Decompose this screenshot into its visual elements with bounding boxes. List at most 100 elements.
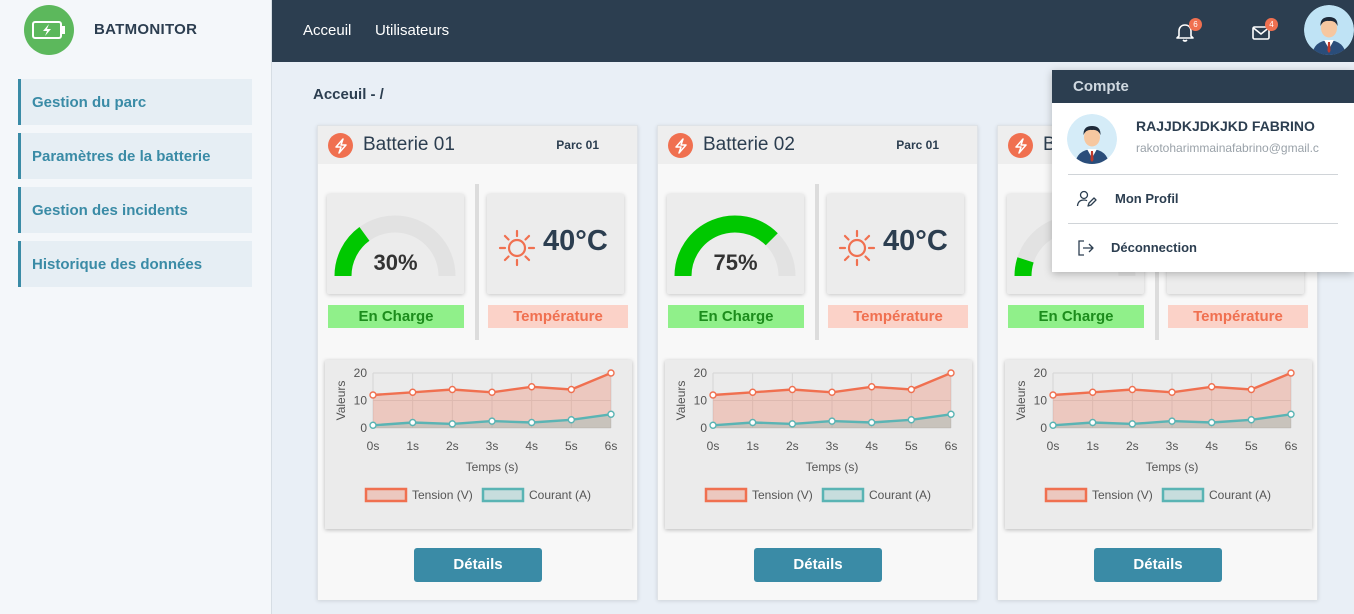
parc-label: Parc 01 <box>896 138 939 152</box>
details-button[interactable]: Détails <box>414 548 542 582</box>
legend-swatch[interactable] <box>1044 487 1088 503</box>
legend-label[interactable]: Courant (A) <box>869 488 931 502</box>
data-point[interactable] <box>748 418 757 427</box>
dropdown-divider <box>1068 223 1338 224</box>
legend-label[interactable]: Tension (V) <box>412 488 473 502</box>
data-point[interactable] <box>867 383 876 391</box>
vertical-divider <box>815 184 819 340</box>
data-point[interactable] <box>1168 388 1176 396</box>
data-point[interactable] <box>567 416 576 424</box>
data-point[interactable] <box>567 385 576 394</box>
profile-menu-item[interactable]: Mon Profil <box>1068 184 1338 214</box>
legend-swatch[interactable] <box>364 487 408 503</box>
charge-gauge: 30% <box>327 194 464 294</box>
dropdown-avatar <box>1067 114 1117 164</box>
user-avatar-icon <box>1304 5 1354 55</box>
y-tick-label: 0 <box>360 421 367 435</box>
data-point[interactable] <box>788 420 797 428</box>
x-axis-label: Temps (s) <box>1146 460 1199 474</box>
data-point[interactable] <box>1287 369 1295 377</box>
user-edit-icon <box>1076 190 1097 207</box>
bolt-icon <box>1008 133 1033 158</box>
data-point[interactable] <box>709 421 717 429</box>
y-tick-label: 10 <box>1034 394 1048 408</box>
data-point[interactable] <box>408 388 417 396</box>
data-point[interactable] <box>907 416 916 424</box>
parc-label: Parc 01 <box>556 138 599 152</box>
nav-link-acceuil[interactable]: Acceuil <box>303 22 351 39</box>
data-point[interactable] <box>607 369 615 377</box>
user-avatar-button[interactable] <box>1304 5 1354 55</box>
logo[interactable] <box>24 5 74 55</box>
sidebar-item-parametres-batterie[interactable]: Paramètres de la batterie <box>18 133 252 179</box>
data-point[interactable] <box>1049 391 1057 399</box>
data-point[interactable] <box>1128 420 1137 428</box>
x-tick-label: 4s <box>1205 439 1218 453</box>
data-point[interactable] <box>1207 383 1216 391</box>
y-tick-label: 20 <box>1034 366 1048 380</box>
data-point[interactable] <box>1088 418 1097 427</box>
data-point[interactable] <box>1247 416 1256 424</box>
data-point[interactable] <box>527 418 536 427</box>
nav-link-utilisateurs[interactable]: Utilisateurs <box>375 22 449 39</box>
data-point[interactable] <box>607 410 615 418</box>
legend-swatch[interactable] <box>704 487 748 503</box>
x-axis-label: Temps (s) <box>466 460 519 474</box>
data-point[interactable] <box>448 420 457 428</box>
legend-label[interactable]: Tension (V) <box>1092 488 1153 502</box>
y-tick-label: 0 <box>1040 421 1047 435</box>
battery-name: Batterie 01 <box>363 134 455 155</box>
data-point[interactable] <box>709 391 717 399</box>
x-tick-label: 6s <box>605 439 618 453</box>
sidebar-item-historique-donnees[interactable]: Historique des données <box>18 241 252 287</box>
charge-status-label: En Charge <box>328 305 464 328</box>
data-point[interactable] <box>1088 388 1097 396</box>
x-tick-label: 3s <box>826 439 839 453</box>
data-point[interactable] <box>448 385 457 394</box>
details-button[interactable]: Détails <box>1094 548 1222 582</box>
legend-label[interactable]: Courant (A) <box>529 488 591 502</box>
x-tick-label: 4s <box>525 439 538 453</box>
x-tick-label: 1s <box>406 439 419 453</box>
data-point[interactable] <box>408 418 417 427</box>
sidebar-menu: Gestion du parc Paramètres de la batteri… <box>18 79 252 295</box>
x-tick-label: 2s <box>1126 439 1139 453</box>
data-point[interactable] <box>1049 421 1057 429</box>
data-point[interactable] <box>1168 417 1176 425</box>
data-point[interactable] <box>527 383 536 391</box>
notifications-button[interactable]: 6 <box>1174 18 1202 44</box>
temperature-box: 40°C <box>827 194 964 294</box>
data-point[interactable] <box>788 385 797 394</box>
data-point[interactable] <box>1247 385 1256 394</box>
legend-label[interactable]: Tension (V) <box>752 488 813 502</box>
legend-swatch[interactable] <box>1161 487 1205 503</box>
temperature-box: 40°C <box>487 194 624 294</box>
data-point[interactable] <box>488 388 496 396</box>
data-point[interactable] <box>947 410 955 418</box>
legend-swatch[interactable] <box>821 487 865 503</box>
card-header: Batterie 02 Parc 01 <box>658 126 977 164</box>
data-point[interactable] <box>488 417 496 425</box>
data-point[interactable] <box>947 369 955 377</box>
data-point[interactable] <box>907 385 916 394</box>
sidebar-item-gestion-incidents[interactable]: Gestion des incidents <box>18 187 252 233</box>
legend-swatch[interactable] <box>481 487 525 503</box>
data-point[interactable] <box>369 421 377 429</box>
card-body: 30% 40°C En Charge Température 0 10 20 0s 1s 2s 3s… <box>318 164 637 600</box>
messages-button[interactable]: 4 <box>1250 18 1278 44</box>
data-point[interactable] <box>867 418 876 427</box>
data-point[interactable] <box>1287 410 1295 418</box>
x-tick-label: 5s <box>565 439 578 453</box>
sidebar-item-gestion-parc[interactable]: Gestion du parc <box>18 79 252 125</box>
data-point[interactable] <box>828 388 836 396</box>
data-point[interactable] <box>828 417 836 425</box>
top-navbar: Acceuil Utilisateurs 6 4 <box>272 0 1354 62</box>
x-tick-label: 3s <box>1166 439 1179 453</box>
data-point[interactable] <box>1207 418 1216 427</box>
logout-menu-item[interactable]: Déconnection <box>1068 233 1338 263</box>
data-point[interactable] <box>1128 385 1137 394</box>
data-point[interactable] <box>748 388 757 396</box>
legend-label[interactable]: Courant (A) <box>1209 488 1271 502</box>
data-point[interactable] <box>369 391 377 399</box>
details-button[interactable]: Détails <box>754 548 882 582</box>
